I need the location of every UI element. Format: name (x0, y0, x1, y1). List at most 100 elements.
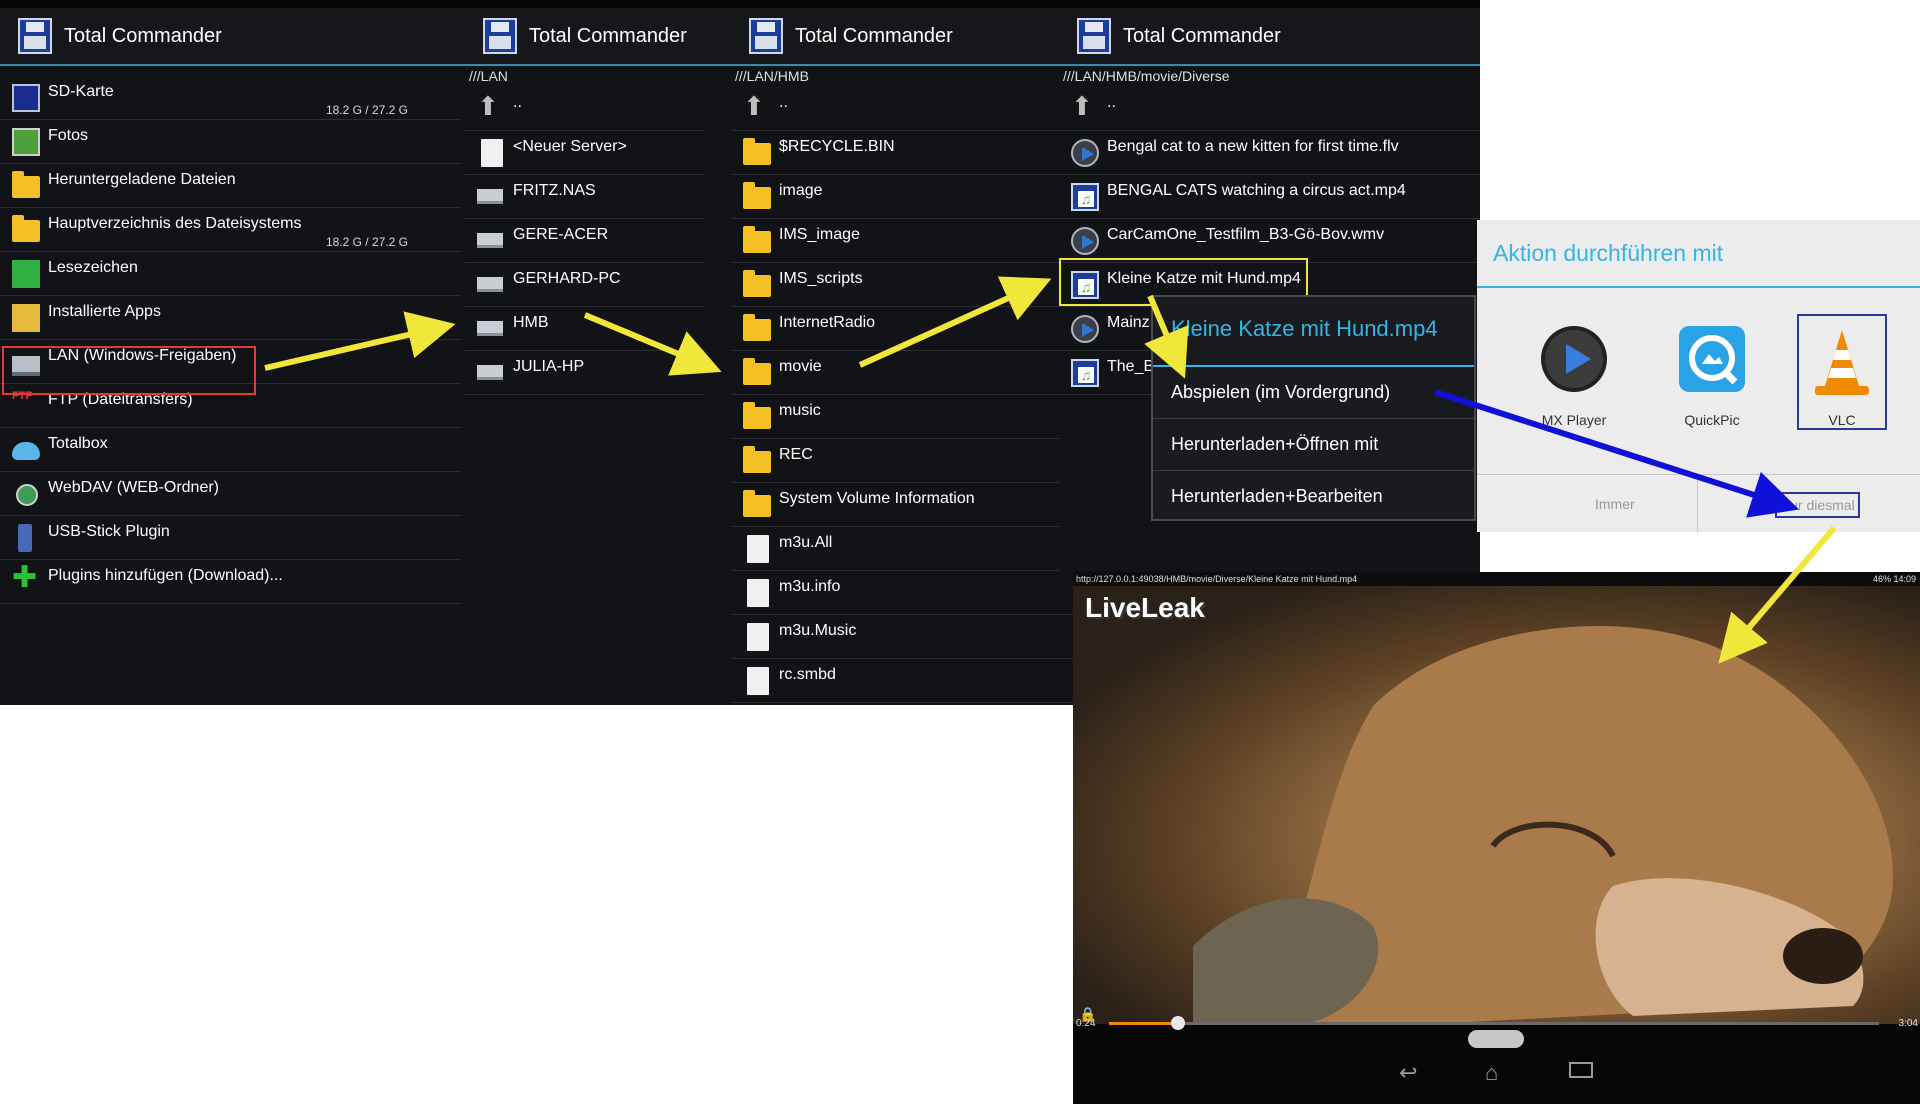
always-button[interactable]: Immer (1595, 496, 1635, 512)
sd-card-icon (12, 84, 40, 112)
list-item-movie[interactable]: movie (731, 351, 1073, 395)
app-title: Total Commander (64, 24, 222, 47)
list-item-downloads[interactable]: Heruntergeladene Dateien (0, 164, 460, 208)
vlc-video-player: http://127.0.0.1:49038/HMB/movie/Diverse… (1073, 572, 1920, 1104)
list-item-parent[interactable]: ⬆.. (1059, 87, 1480, 131)
apps-folder-icon (12, 304, 40, 332)
current-path: ///LAN/HMB (735, 68, 809, 84)
status-clock: 46% 14:09 (1872, 574, 1916, 584)
list-item-root[interactable]: Hauptverzeichnis des Dateisystems 18.2 G … (0, 208, 460, 252)
quickpic-icon (1679, 326, 1745, 392)
floppy-disk-icon (1077, 18, 1111, 54)
seek-bar-fill (1109, 1022, 1179, 1025)
list-item[interactable]: IMS_image (731, 219, 1073, 263)
app-title: Total Commander (529, 24, 687, 47)
server-icon (477, 321, 503, 336)
list-item[interactable]: GERHARD-PC (465, 263, 705, 307)
player-controls: 🔒 0:24 3:04 ↩ ⌂ (1073, 1006, 1920, 1104)
list-item[interactable]: GERE-ACER (465, 219, 705, 263)
seek-bar[interactable] (1109, 1016, 1879, 1030)
folder-icon (743, 182, 771, 209)
file-icon (747, 535, 769, 563)
list-item[interactable]: BENGAL CATS watching a circus act.mp4 (1059, 175, 1480, 219)
list-item-add-plugins[interactable]: ✚ Plugins hinzufügen (Download)... (0, 560, 460, 604)
home-icon[interactable]: ⌂ (1485, 1060, 1498, 1086)
app-label: QuickPic (1684, 412, 1740, 428)
just-once-button[interactable]: Nur diesmal (1775, 492, 1860, 518)
folder-icon (743, 402, 771, 429)
panel-header: Total Commander (1059, 8, 1480, 66)
list-item[interactable]: Bengal cat to a new kitten for first tim… (1059, 131, 1480, 175)
mx-player-icon (1541, 326, 1607, 392)
seek-thumb[interactable] (1171, 1016, 1186, 1030)
list-item[interactable]: IMS_scripts (731, 263, 1073, 307)
list-item-bookmarks[interactable]: Lesezeichen (0, 252, 460, 296)
bookmarks-icon (12, 260, 40, 288)
panel-header: Total Commander (0, 8, 485, 66)
server-icon (477, 277, 503, 292)
list-item[interactable]: $RECYCLE.BIN (731, 131, 1073, 175)
list-item-parent[interactable]: ⬆.. (465, 87, 705, 131)
plus-icon: ✚ (12, 561, 38, 594)
app-vlc[interactable]: VLC (1797, 314, 1887, 430)
app-mx-player[interactable]: MX Player (1529, 316, 1619, 428)
video-frame[interactable]: LiveLeak (1073, 586, 1920, 1024)
arrow-up-icon: ⬆ (743, 91, 765, 121)
list-item[interactable]: FRITZ.NAS (465, 175, 705, 219)
vlc-cone-icon (1815, 330, 1869, 395)
file-icon (747, 667, 769, 695)
folder-icon (743, 490, 771, 517)
list-item-webdav[interactable]: WebDAV (WEB-Ordner) (0, 472, 460, 516)
menu-item-download-open[interactable]: Herunterladen+Öffnen mit (1153, 419, 1474, 471)
file-list: ⬆.. $RECYCLE.BIN image IMS_image IMS_scr… (731, 87, 1073, 703)
list-item-installed-apps[interactable]: Installierte Apps (0, 296, 460, 340)
file-icon (747, 623, 769, 651)
menu-item-download-edit[interactable]: Herunterladen+Bearbeiten (1153, 471, 1474, 522)
dialog-title: Aktion durchführen mit (1493, 240, 1724, 266)
folder-icon (743, 358, 771, 385)
list-item[interactable]: CarCamOne_Testfilm_B3-Gö-Bov.wmv (1059, 219, 1480, 263)
current-path: ///LAN (469, 68, 508, 84)
list-item-usb[interactable]: USB-Stick Plugin (0, 516, 460, 560)
drawer-handle-icon[interactable] (1468, 1030, 1524, 1048)
list-item[interactable]: rc.smbd (731, 659, 1073, 703)
cloud-icon (12, 442, 40, 460)
status-bar: http://127.0.0.1:49038/HMB/movie/Diverse… (1073, 572, 1920, 586)
context-menu-title: Kleine Katze mit Hund.mp4 (1153, 297, 1474, 367)
video-file-icon (1071, 315, 1099, 343)
list-item-photos[interactable]: Fotos (0, 120, 460, 164)
video-file-icon (1071, 139, 1099, 167)
list-item[interactable]: <Neuer Server> (465, 131, 705, 175)
folder-icon (12, 215, 40, 242)
recent-apps-icon[interactable] (1569, 1062, 1593, 1078)
list-item-parent[interactable]: ⬆.. (731, 87, 1073, 131)
list-item-totalbox[interactable]: Totalbox (0, 428, 460, 472)
list-item[interactable]: m3u.info (731, 571, 1073, 615)
list-item[interactable]: m3u.Music (731, 615, 1073, 659)
list-item[interactable]: REC (731, 439, 1073, 483)
list-item[interactable]: image (731, 175, 1073, 219)
back-icon[interactable]: ↩ (1399, 1060, 1417, 1086)
list-item-sd-card[interactable]: SD-Karte 18.2 G / 27.2 G (0, 76, 460, 120)
elapsed-time: 0:24 (1076, 1018, 1096, 1029)
floppy-disk-icon (18, 18, 52, 54)
list-item[interactable]: JULIA-HP (465, 351, 705, 395)
duration-time: 3:04 (1898, 1018, 1918, 1029)
folder-icon (743, 270, 771, 297)
floppy-disk-icon (749, 18, 783, 54)
app-quickpic[interactable]: QuickPic (1667, 316, 1757, 428)
list-item[interactable]: music (731, 395, 1073, 439)
server-icon (477, 365, 503, 380)
list-item-hmb[interactable]: HMB (465, 307, 705, 351)
app-label: VLC (1828, 412, 1856, 428)
usb-stick-icon (18, 524, 32, 552)
menu-item-play[interactable]: Abspielen (im Vordergrund) (1153, 367, 1474, 419)
list-item[interactable]: m3u.All (731, 527, 1073, 571)
download-folder-icon (12, 171, 40, 198)
panel-lan: Total Commander ///LAN ⬆.. <Neuer Server… (465, 0, 733, 705)
folder-icon (743, 314, 771, 341)
list-item[interactable]: System Volume Information (731, 483, 1073, 527)
file-icon (747, 579, 769, 607)
globe-icon (16, 484, 38, 506)
list-item[interactable]: InternetRadio (731, 307, 1073, 351)
